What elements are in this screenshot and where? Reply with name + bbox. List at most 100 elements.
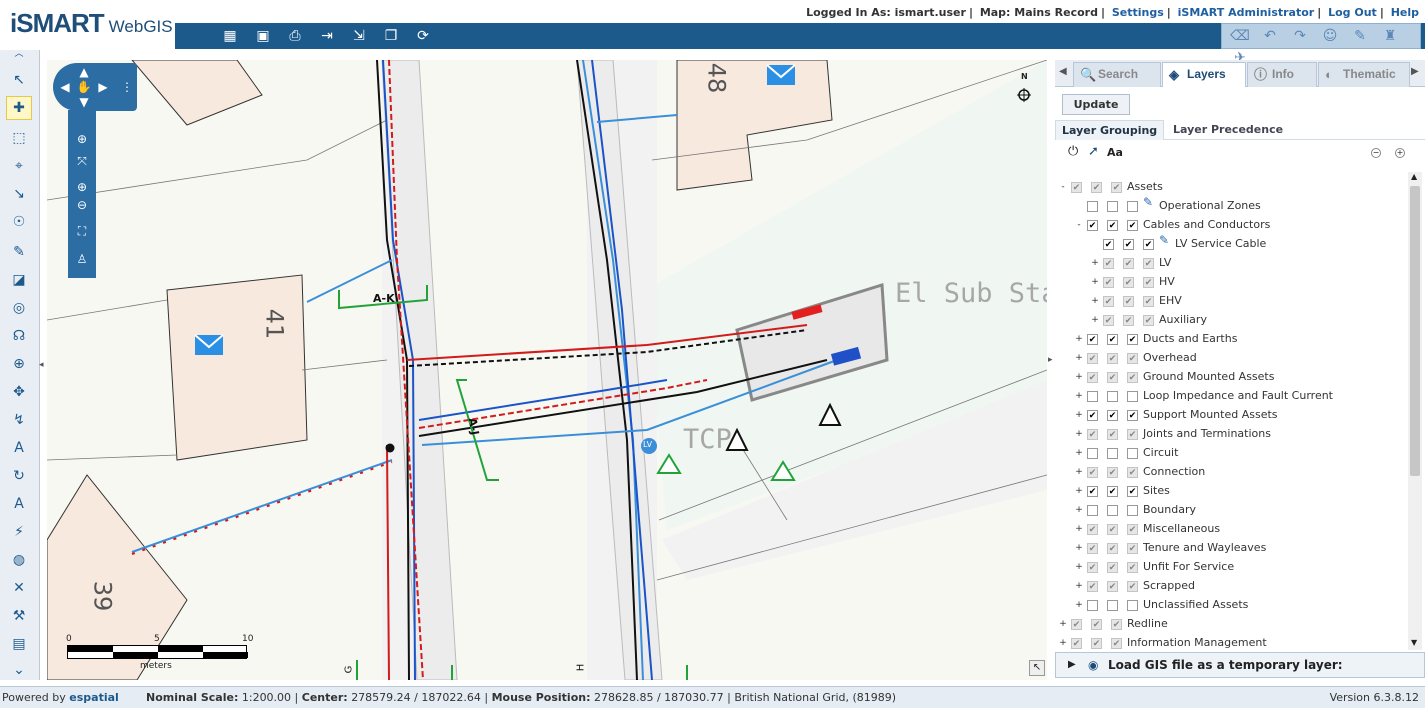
expand-layer-icon[interactable]: + <box>1075 601 1083 610</box>
layer-row[interactable]: + ✔ ✔ ✔ EHV <box>1055 292 1405 310</box>
measure-icon[interactable]: ☉ <box>6 210 32 234</box>
selectable-checkbox[interactable]: ✔ <box>1123 239 1134 250</box>
label-checkbox[interactable]: ✔ <box>1143 296 1154 307</box>
layer-row[interactable]: + ✔ ✔ ✔ Scrapped <box>1055 577 1405 595</box>
visible-checkbox[interactable]: ✔ <box>1103 258 1114 269</box>
select-remove-icon[interactable]: ↘ <box>6 182 32 206</box>
street-view-icon[interactable]: ♙ <box>72 252 92 266</box>
subtab-layer-grouping[interactable]: Layer Grouping <box>1055 120 1165 140</box>
visible-checkbox[interactable]: ✔ <box>1087 524 1098 535</box>
collapse-up-icon[interactable]: ︿ <box>6 48 32 59</box>
tab-thematic[interactable]: ◐ Thematic <box>1318 62 1410 87</box>
zoom-extent-icon[interactable]: ⤧ <box>72 154 92 169</box>
layer-row[interactable]: ✔ ✔ ✔ ✎ LV Service Cable <box>1055 233 1405 253</box>
label-checkbox[interactable]: ✔ <box>1143 239 1154 250</box>
visible-checkbox[interactable]: ✔ <box>1087 220 1098 231</box>
layer-row[interactable]: + ✔ ✔ ✔ Connection <box>1055 463 1405 481</box>
tab-scroll-right-icon[interactable]: ▶ <box>1411 66 1419 77</box>
expand-layer-icon[interactable]: + <box>1091 259 1099 268</box>
visible-checkbox[interactable] <box>1087 391 1098 402</box>
pan-left-icon[interactable]: ◀ <box>55 80 75 94</box>
select-box-icon[interactable]: ⬚ <box>6 126 32 150</box>
split-icon[interactable]: ⚡ <box>6 520 32 544</box>
layer-row[interactable]: + ✔ ✔ ✔ HV <box>1055 273 1405 291</box>
clipboard-icon[interactable]: ▤ <box>6 632 32 656</box>
selectable-checkbox[interactable] <box>1107 448 1118 459</box>
scroll-up-icon[interactable]: ▲ <box>1411 172 1417 181</box>
selectable-checkbox[interactable]: ✔ <box>1091 182 1102 193</box>
selectable-checkbox[interactable]: ✔ <box>1107 410 1118 421</box>
expand-layer-icon[interactable]: + <box>1059 620 1067 629</box>
selectable-checkbox[interactable]: ✔ <box>1123 277 1134 288</box>
visible-checkbox[interactable]: ✔ <box>1103 296 1114 307</box>
label-checkbox[interactable]: ✔ <box>1127 220 1138 231</box>
layer-row[interactable]: + ✔ ✔ ✔ Joints and Terminations <box>1055 425 1405 443</box>
label-checkbox[interactable]: ✔ <box>1111 619 1122 630</box>
selectable-checkbox[interactable]: ✔ <box>1107 562 1118 573</box>
layer-row[interactable]: + ✔ ✔ ✔ Support Mounted Assets <box>1055 406 1405 424</box>
map-corner-icon[interactable]: ↖ <box>1029 660 1045 676</box>
label-checkbox[interactable]: ✔ <box>1127 410 1138 421</box>
expand-layer-icon[interactable]: + <box>1075 449 1083 458</box>
selectable-checkbox[interactable] <box>1107 391 1118 402</box>
label-checkbox[interactable]: ✔ <box>1127 581 1138 592</box>
globe-icon[interactable]: ◍ <box>6 548 32 572</box>
label-checkbox[interactable]: ✔ <box>1127 543 1138 554</box>
zoom-in-icon[interactable]: ⊕ <box>72 180 92 194</box>
label-checkbox[interactable]: ✔ <box>1127 372 1138 383</box>
expand-layer-icon[interactable]: + <box>1075 582 1083 591</box>
visible-checkbox[interactable]: ✔ <box>1087 581 1098 592</box>
layer-row[interactable]: - ✔ ✔ ✔ Cables and Conductors <box>1055 216 1405 234</box>
visible-checkbox[interactable] <box>1087 600 1098 611</box>
visible-checkbox[interactable]: ✔ <box>1071 619 1082 630</box>
rotate-icon[interactable]: ↻ <box>6 464 32 488</box>
export-icon[interactable]: ⇲ <box>349 27 369 45</box>
label-checkbox[interactable] <box>1127 505 1138 516</box>
expand-layer-icon[interactable]: + <box>1091 316 1099 325</box>
selectable-checkbox[interactable]: ✔ <box>1107 486 1118 497</box>
label-checkbox[interactable]: ✔ <box>1127 486 1138 497</box>
power-icon[interactable]: ⏻ <box>1068 144 1078 159</box>
visible-checkbox[interactable]: ✔ <box>1087 562 1098 573</box>
text-icon[interactable]: A <box>6 492 32 516</box>
label-checkbox[interactable]: ✔ <box>1111 638 1122 649</box>
label-icon[interactable]: A <box>6 436 32 460</box>
selectable-checkbox[interactable]: ✔ <box>1107 429 1118 440</box>
map-canvas[interactable]: El Sub Sta TCP A-K A-J LV 48 41 39 G H N… <box>47 60 1047 680</box>
load-gis-file-bar[interactable]: ▶ ◉ Load GIS file as a temporary layer: <box>1055 652 1425 678</box>
label-checkbox[interactable] <box>1127 448 1138 459</box>
save-map-icon[interactable]: ▣ <box>253 27 273 45</box>
left-collapse-icon[interactable]: ◂ <box>39 360 44 370</box>
update-button[interactable]: Update <box>1062 94 1130 115</box>
full-extent-icon[interactable]: ⛶ <box>72 224 92 239</box>
zoom-box-icon[interactable]: ⊕ <box>72 132 92 146</box>
move-icon[interactable]: ✥ <box>6 380 32 404</box>
select-lasso-icon[interactable]: ⌖ <box>6 154 32 178</box>
tools-icon[interactable]: ⚒ <box>6 604 32 628</box>
logout-link[interactable]: Log Out <box>1328 6 1377 19</box>
expand-layer-icon[interactable]: + <box>1075 335 1083 344</box>
pan-control[interactable]: ▲ ◀ ✋ ▶ ▼ ⋮ <box>53 63 137 111</box>
selectable-checkbox[interactable]: ✔ <box>1107 524 1118 535</box>
collapse-layer-icon[interactable]: - <box>1075 221 1083 230</box>
layer-row[interactable]: + ✔ ✔ ✔ Auxiliary <box>1055 311 1405 329</box>
windows-icon[interactable]: ❐ <box>381 27 401 45</box>
selectable-checkbox[interactable]: ✔ <box>1107 581 1118 592</box>
label-checkbox[interactable]: ✔ <box>1127 562 1138 573</box>
selectable-checkbox[interactable] <box>1107 201 1118 212</box>
tab-layers[interactable]: ◈ Layers <box>1162 62 1246 87</box>
visible-checkbox[interactable]: ✔ <box>1087 334 1098 345</box>
visible-checkbox[interactable]: ✔ <box>1071 638 1082 649</box>
visible-checkbox[interactable]: ✔ <box>1087 467 1098 478</box>
expand-layer-icon[interactable]: + <box>1075 487 1083 496</box>
pan-hand-icon[interactable]: ✋ <box>74 80 94 94</box>
label-checkbox[interactable] <box>1127 201 1138 212</box>
visible-checkbox[interactable]: ✔ <box>1087 543 1098 554</box>
visible-checkbox[interactable]: ✔ <box>1103 315 1114 326</box>
expand-all-icon[interactable]: + <box>1395 148 1405 158</box>
select-info-icon[interactable]: ↖ <box>6 68 32 92</box>
layer-row[interactable]: + ✔ ✔ ✔ Tenure and Wayleaves <box>1055 539 1405 557</box>
label-checkbox[interactable]: ✔ <box>1143 315 1154 326</box>
expand-layer-icon[interactable]: + <box>1075 525 1083 534</box>
target-icon[interactable]: ◎ <box>6 296 32 320</box>
